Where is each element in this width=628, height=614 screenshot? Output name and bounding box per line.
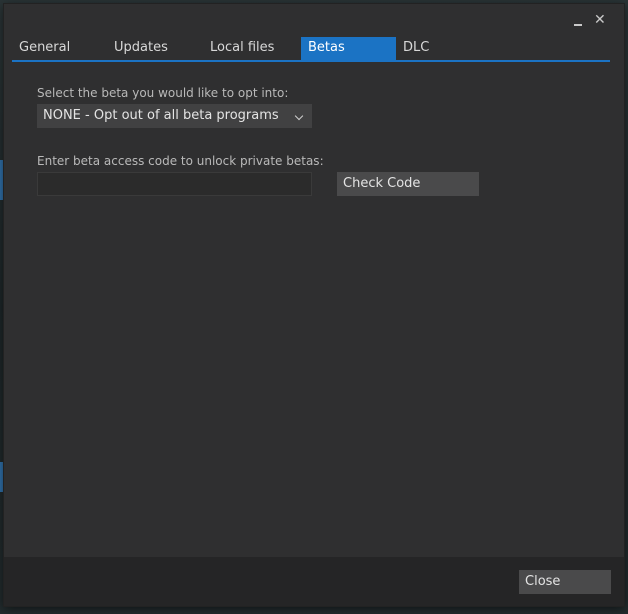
properties-dialog: ✕ General Updates Local files Betas DLC … (4, 4, 624, 606)
tab-dlc[interactable]: DLC (396, 37, 492, 60)
beta-select[interactable]: NONE - Opt out of all beta programs (37, 104, 312, 128)
close-button[interactable]: Close (519, 570, 611, 594)
beta-select-label: Select the beta you would like to opt in… (37, 86, 289, 100)
check-code-button[interactable]: Check Code (337, 172, 479, 196)
beta-code-input[interactable] (37, 172, 312, 196)
tab-bar: General Updates Local files Betas DLC (12, 37, 610, 62)
tab-general[interactable]: General (12, 37, 107, 60)
close-icon[interactable]: ✕ (594, 12, 606, 28)
chevron-down-icon (294, 111, 304, 121)
tab-betas[interactable]: Betas (301, 37, 396, 60)
tab-local-files[interactable]: Local files (203, 37, 299, 60)
tab-updates[interactable]: Updates (107, 37, 203, 60)
beta-code-label: Enter beta access code to unlock private… (37, 154, 324, 168)
beta-select-value: NONE - Opt out of all beta programs (43, 108, 279, 123)
